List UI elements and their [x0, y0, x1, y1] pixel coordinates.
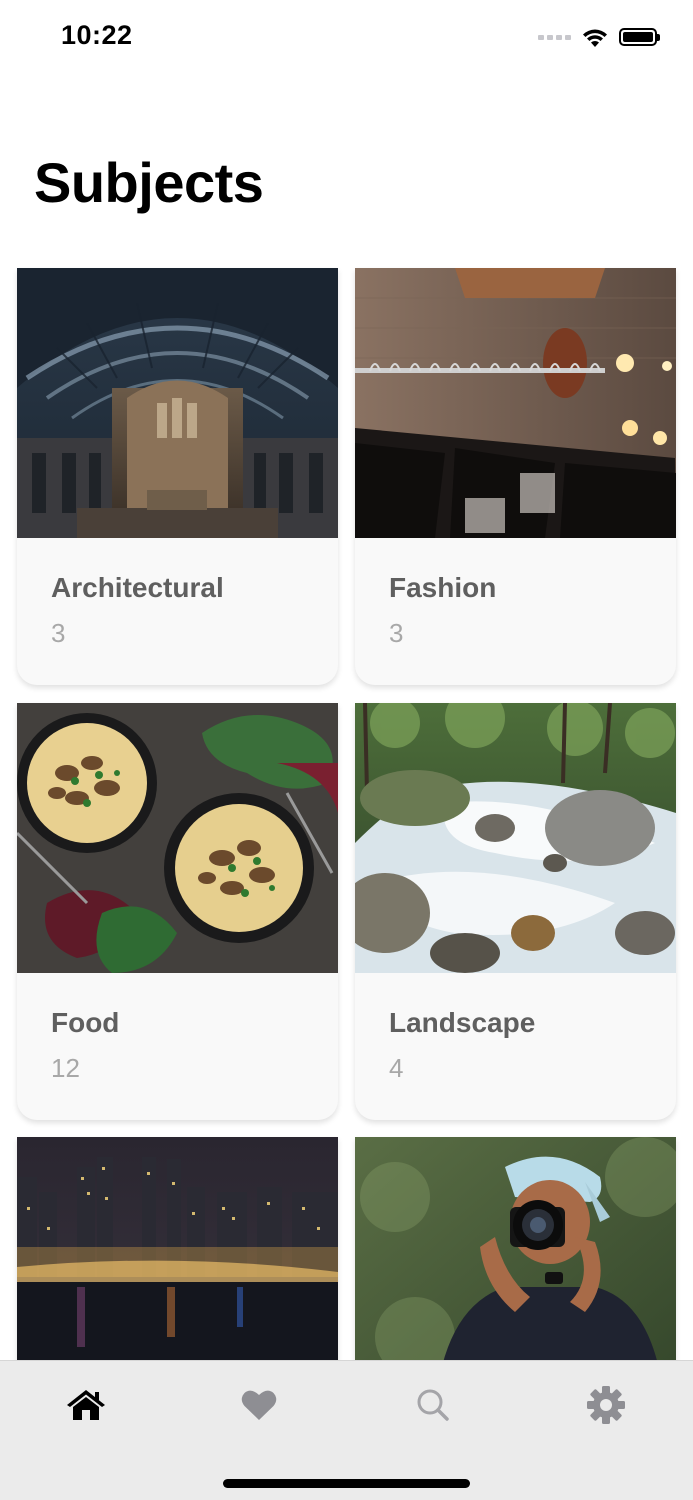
- status-time: 10:22: [61, 20, 133, 50]
- subject-card-landscape[interactable]: Landscape 4: [355, 703, 676, 1120]
- subject-title: Food: [51, 1007, 120, 1038]
- architecture-hall-photo: [17, 268, 338, 538]
- gear-icon: [587, 1386, 625, 1424]
- heart-icon: [241, 1390, 277, 1420]
- cellular-signal-icon: [538, 34, 571, 40]
- tab-bar: [0, 1360, 693, 1500]
- subject-title: Landscape: [389, 1007, 536, 1038]
- tab-home[interactable]: [64, 1383, 108, 1427]
- battery-icon: [619, 28, 660, 46]
- subject-count: 3: [389, 618, 404, 648]
- subject-card-food[interactable]: Food 12: [17, 703, 338, 1120]
- subject-title: Fashion: [389, 572, 497, 603]
- forest-stream-photo: [355, 703, 676, 973]
- mushroom-polenta-bowls-photo: [17, 703, 338, 973]
- tab-settings[interactable]: [584, 1383, 628, 1427]
- subject-title: Architectural: [51, 572, 224, 603]
- page-title: Subjects: [34, 151, 264, 214]
- screen: 10:22 Subjects Architectural 3 Fashion 3…: [0, 0, 693, 1500]
- home-indicator[interactable]: [223, 1479, 470, 1488]
- subject-count: 4: [389, 1053, 404, 1083]
- subject-count: 3: [51, 618, 66, 648]
- subject-card-architectural[interactable]: Architectural 3: [17, 268, 338, 685]
- clothing-rack-photo: [355, 268, 676, 538]
- status-icons: [538, 26, 660, 48]
- subject-card-fashion[interactable]: Fashion 3: [355, 268, 676, 685]
- search-icon: [417, 1389, 449, 1421]
- status-bar: 10:22: [0, 0, 693, 80]
- wifi-icon: [583, 29, 607, 47]
- subject-count: 12: [51, 1053, 80, 1083]
- tab-favorites[interactable]: [237, 1383, 281, 1427]
- tab-search[interactable]: [411, 1383, 455, 1427]
- home-icon: [67, 1390, 105, 1420]
